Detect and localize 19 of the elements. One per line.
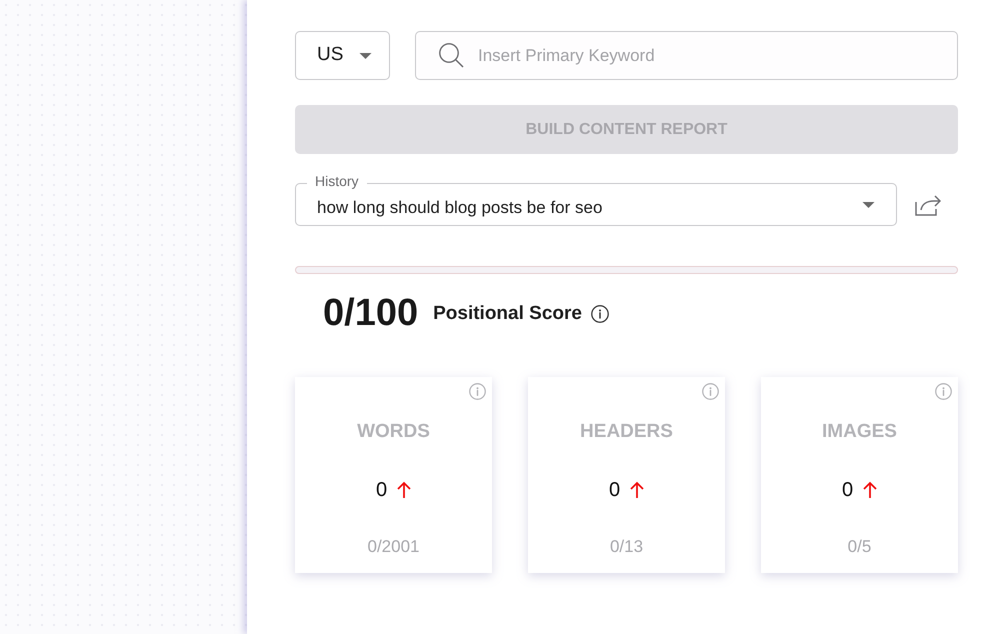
- score-label: Positional Score: [433, 302, 582, 326]
- metric-value: 0: [842, 478, 854, 503]
- metric-value: 0: [376, 478, 388, 503]
- info-icon[interactable]: [590, 305, 609, 323]
- keyword-field[interactable]: Insert Primary Keyword: [415, 31, 958, 80]
- metric-target: 0/13: [610, 536, 644, 558]
- score-value: 0/100: [323, 293, 418, 333]
- metric-target: 0/5: [848, 536, 872, 558]
- metric-title: IMAGES: [822, 420, 897, 444]
- metric-title: WORDS: [357, 420, 430, 444]
- caret-icon: [359, 52, 372, 58]
- history-value: how long should blog posts be for seo: [317, 196, 602, 219]
- country-select[interactable]: US: [295, 31, 390, 80]
- metric-target: 0/2001: [368, 536, 420, 558]
- metric-title: HEADERS: [580, 420, 673, 444]
- share-icon[interactable]: [914, 194, 940, 216]
- metric-value: 0: [608, 478, 620, 503]
- caret-icon: [862, 202, 875, 208]
- search-icon: [438, 42, 464, 68]
